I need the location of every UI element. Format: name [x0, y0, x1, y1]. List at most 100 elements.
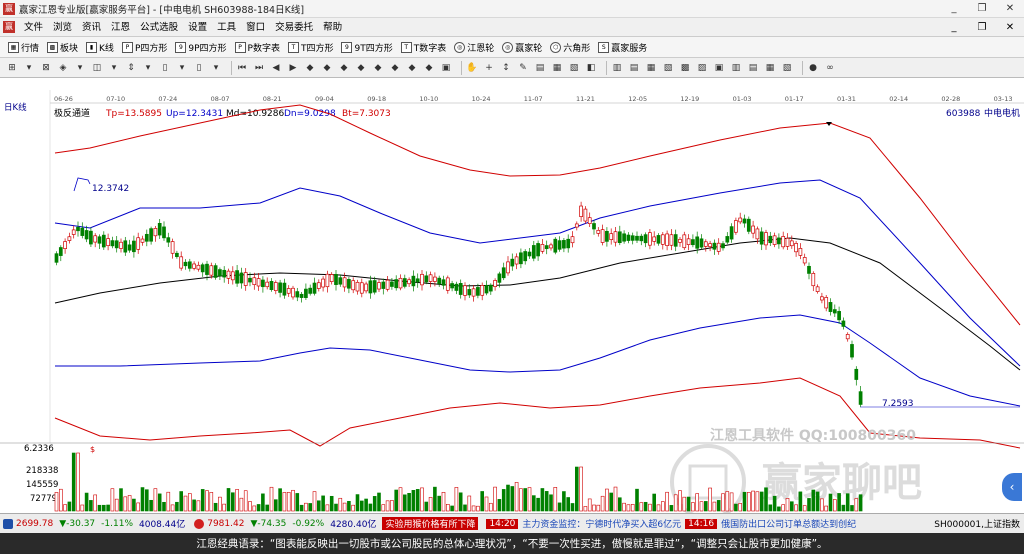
toolbar-hexagon-button[interactable]: ⬡ 六角形 — [546, 38, 594, 57]
news-time-1: 14:20 — [486, 518, 519, 529]
drawing-tool-icon[interactable]: ▾ — [74, 62, 86, 74]
current-marker-triangle — [826, 122, 832, 126]
menu-logo-icon[interactable]: 赢 — [3, 21, 15, 33]
drawing-tool-icon[interactable]: ▾ — [176, 62, 188, 74]
drawing-tool-icon[interactable]: ▯ — [159, 62, 171, 74]
drawing-tool-icon[interactable]: ▥ — [611, 62, 623, 74]
menu-file[interactable]: 文件 — [19, 18, 48, 37]
candle-body — [273, 282, 278, 291]
drawing-tool-icon[interactable]: ◆ — [321, 62, 333, 74]
news-item-2[interactable]: 主力资金监控：宁德时代净买入超6亿元 — [522, 517, 681, 530]
drawing-tool-icon[interactable]: ◆ — [372, 62, 384, 74]
volume-bar — [643, 501, 648, 512]
drawing-tool-icon[interactable]: ◀ — [270, 62, 282, 74]
toolbar-t-square-button[interactable]: T T四方形 — [284, 38, 338, 57]
drawing-tool-icon[interactable]: ▦ — [645, 62, 657, 74]
volume-bar — [759, 491, 764, 512]
drawing-tool-icon[interactable]: ▥ — [730, 62, 742, 74]
drawing-tool-icon[interactable]: ▾ — [142, 62, 154, 74]
toolbar-kline-button[interactable]: ▮ K线 — [82, 38, 118, 57]
drawing-tool-icon[interactable]: ↕ — [500, 62, 512, 74]
drawing-tool-icon[interactable]: ⏭ — [253, 62, 265, 74]
drawing-tool-icon[interactable]: ✎ — [517, 62, 529, 74]
news-item-1[interactable]: 实验用猴价格有所下降 — [382, 517, 479, 530]
drawing-tool-icon[interactable]: ⊞ — [6, 62, 18, 74]
drawing-tool-icon[interactable]: + — [483, 62, 495, 74]
candle-body — [622, 233, 626, 242]
drawing-tool-icon[interactable]: ▯ — [193, 62, 205, 74]
drawing-tool-icon[interactable]: ⏮ — [236, 62, 248, 74]
toolbar-separator — [461, 60, 462, 75]
drawing-tool-icon[interactable]: ▩ — [679, 62, 691, 74]
toolbar-quotes-button[interactable]: ▦ 行情 — [4, 38, 43, 57]
menu-window[interactable]: 窗口 — [241, 18, 270, 37]
drawing-tool-icon[interactable]: ▨ — [696, 62, 708, 74]
drawing-tool-icon[interactable]: ◆ — [423, 62, 435, 74]
app-window: 赢 赢家江恩专业版[赢家服务平台] - [中电电机 SH603988-184日K… — [0, 0, 1024, 554]
menu-help[interactable]: 帮助 — [318, 18, 347, 37]
index-selector[interactable]: SH000001,上证指数 — [930, 517, 1020, 530]
drawing-tool-icon[interactable]: ✋ — [466, 62, 478, 74]
drawing-tool-icon[interactable]: ◧ — [585, 62, 597, 74]
menu-trade[interactable]: 交易委托 — [270, 18, 318, 37]
drawing-tool-icon[interactable]: ▧ — [568, 62, 580, 74]
sh-index-value[interactable]: 2699.78 — [16, 519, 53, 529]
toolbar-9t-square-button[interactable]: 9 9T四方形 — [337, 38, 396, 57]
menu-browse[interactable]: 浏览 — [48, 18, 77, 37]
drawing-tool-icon[interactable]: ◫ — [91, 62, 103, 74]
close-button[interactable]: ✕ — [996, 0, 1024, 18]
toolbar-gann-wheel-button[interactable]: ◎ 江恩轮 — [450, 38, 498, 57]
drawing-tool-icon[interactable]: ◈ — [57, 62, 69, 74]
drawing-tool-icon[interactable]: ▦ — [764, 62, 776, 74]
toolbar-t-table-button[interactable]: T T数字表 — [397, 38, 451, 57]
mdi-minimize-button[interactable]: _ — [940, 18, 968, 37]
volume-bar — [145, 489, 149, 512]
drawing-tool-icon[interactable]: ▦ — [551, 62, 563, 74]
drawing-tool-icon[interactable]: ▤ — [628, 62, 640, 74]
scroll-right-button[interactable]: ‹ — [1002, 473, 1022, 501]
drawing-tool-icon[interactable]: ◆ — [338, 62, 350, 74]
drawing-tool-icon[interactable]: ▣ — [713, 62, 725, 74]
drawing-tool-icon[interactable]: ▾ — [108, 62, 120, 74]
toolbar-sector-button[interactable]: ▩ 板块 — [43, 38, 82, 57]
drawing-tool-icon[interactable]: ⊠ — [40, 62, 52, 74]
menu-gann[interactable]: 江恩 — [106, 18, 135, 37]
toolbar-p-square-button[interactable]: P P四方形 — [118, 38, 171, 57]
drawing-tool-icon[interactable]: ▤ — [747, 62, 759, 74]
restore-button[interactable]: ❐ — [968, 0, 996, 18]
toolbar-9p-square-button[interactable]: 9 9P四方形 — [171, 38, 230, 57]
drawing-tool-icon[interactable]: ⇕ — [125, 62, 137, 74]
volume-bar — [329, 495, 334, 512]
kline-chart-panel[interactable]: 日K线 极反通道 Tp=13.5895 Up=12.3431 Md=10.928… — [0, 78, 1024, 513]
drawing-tool-icon[interactable]: ◆ — [406, 62, 418, 74]
kline-chart[interactable]: 日K线 极反通道 Tp=13.5895 Up=12.3431 Md=10.928… — [0, 78, 1024, 513]
drawing-tool-icon[interactable]: ◆ — [304, 62, 316, 74]
minimize-button[interactable]: _ — [940, 0, 968, 18]
drawing-tool-icon[interactable]: ▣ — [440, 62, 452, 74]
toolbar-winner-wheel-button[interactable]: ◎ 赢家轮 — [498, 38, 546, 57]
drawing-tool-icon[interactable]: ▾ — [23, 62, 35, 74]
volume-bar — [119, 488, 123, 512]
drawing-tool-icon[interactable]: ◆ — [389, 62, 401, 74]
menu-settings[interactable]: 设置 — [183, 18, 212, 37]
toolbar-service-button[interactable]: S 赢家服务 — [594, 38, 651, 57]
menu-tools[interactable]: 工具 — [212, 18, 241, 37]
menu-formula-select[interactable]: 公式选股 — [135, 18, 183, 37]
mdi-restore-button[interactable]: ❐ — [968, 18, 996, 37]
mdi-close-button[interactable]: ✕ — [996, 18, 1024, 37]
toolbar-p-table-button[interactable]: P P数字表 — [231, 38, 284, 57]
t-table-icon: T — [400, 41, 412, 53]
news-item-3[interactable]: 俄国防出口公司订单总额达到创纪 — [721, 517, 856, 530]
menu-news[interactable]: 资讯 — [77, 18, 106, 37]
volume-bar — [777, 506, 781, 512]
drawing-tool-icon[interactable]: ∞ — [824, 62, 836, 74]
drawing-tool-icon[interactable]: ▶ — [287, 62, 299, 74]
sz-index-value[interactable]: 7981.42 — [207, 519, 244, 529]
drawing-tool-icon[interactable]: ▧ — [781, 62, 793, 74]
drawing-tool-icon[interactable]: ▧ — [662, 62, 674, 74]
drawing-tool-icon[interactable]: ● — [807, 62, 819, 74]
drawing-tool-icon[interactable]: ▤ — [534, 62, 546, 74]
candle-body — [527, 251, 532, 257]
drawing-tool-icon[interactable]: ◆ — [355, 62, 367, 74]
drawing-tool-icon[interactable]: ▾ — [210, 62, 222, 74]
